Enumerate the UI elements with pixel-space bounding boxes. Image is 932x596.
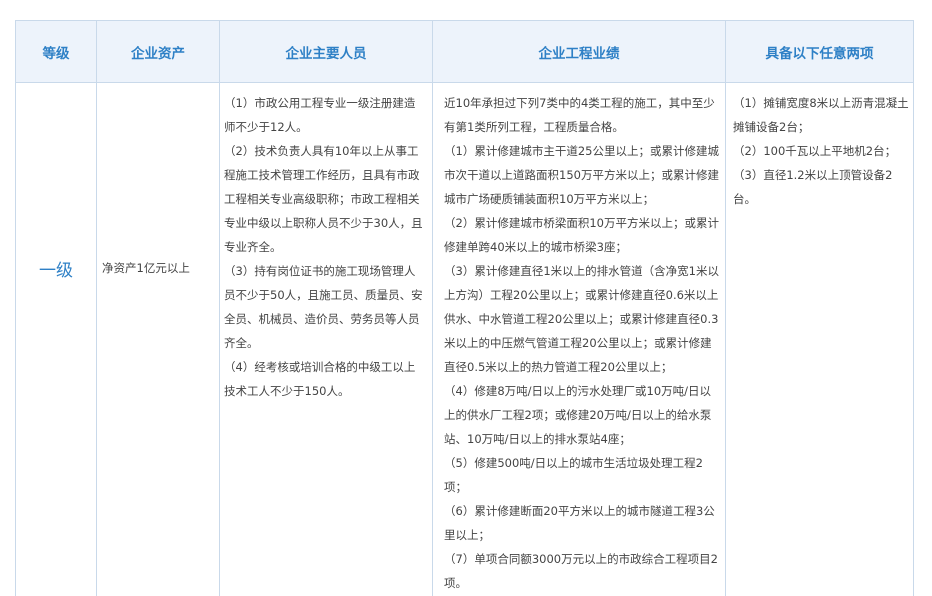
personnel-item: （2）技术负责人具有10年以上从事工程施工技术管理工作经历，且具有市政工程相关专… [224,144,423,254]
column-divider [432,21,433,596]
table-header-row: 等级 企业资产 企业主要人员 企业工程业绩 具备以下任意两项 [16,21,913,83]
header-personnel: 企业主要人员 [285,45,367,62]
qualification-table: 等级 企业资产 企业主要人员 企业工程业绩 具备以下任意两项 一级 净资产1亿元… [15,20,914,596]
header-level: 等级 [42,45,70,62]
performance-item: （7）单项合同额3000万元以上的市政综合工程项目2项。 [444,552,718,590]
performance-item: （4）修建8万吨/日以上的污水处理厂或10万吨/日以上的供水厂工程2项；或修建2… [444,384,712,446]
equipment-item: （3）直径1.2米以上顶管设备2台。 [733,168,893,206]
performance-item: 近10年承担过下列7类中的4类工程的施工，其中至少有第1类所列工程，工程质量合格… [444,96,715,134]
performance-item: （2）累计修建城市桥梁面积10万平方米以上；或累计修建单跨40米以上的城市桥梁3… [444,216,719,254]
performance-item: （1）累计修建城市主干道25公里以上；或累计修建城市次干道以上道路面积150万平… [444,144,719,206]
column-divider [725,21,726,596]
equipment-cell: （1）摊铺宽度8米以上沥青混凝土摊铺设备2台； （2）100千瓦以上平地机2台；… [733,83,911,211]
personnel-item: （4）经考核或培训合格的中级工以上技术工人不少于150人。 [224,360,416,398]
equipment-item: （2）100千瓦以上平地机2台； [733,144,897,158]
personnel-cell: （1）市政公用工程专业一级注册建造师不少于12人。 （2）技术负责人具有10年以… [224,83,424,403]
header-assets: 企业资产 [131,45,185,62]
personnel-item: （3）持有岗位证书的施工现场管理人员不少于50人，且施工员、质量员、安全员、机械… [224,264,423,350]
header-performance: 企业工程业绩 [538,45,620,62]
performance-item: （5）修建500吨/日以上的城市生活垃圾处理工程2项； [444,456,703,494]
personnel-item: （1）市政公用工程专业一级注册建造师不少于12人。 [224,96,416,134]
performance-item: （3）累计修建直径1米以上的排水管道（含净宽1米以上方沟）工程20公里以上；或累… [444,264,719,374]
assets-cell: 净资产1亿元以上 [102,261,190,275]
performance-cell: 近10年承担过下列7类中的4类工程的施工，其中至少有第1类所列工程，工程质量合格… [444,83,722,595]
column-divider [96,21,97,596]
level-cell: 一级 [39,260,73,281]
performance-item: （6）累计修建断面20平方米以上的城市隧道工程3公里以上； [444,504,715,542]
equipment-item: （1）摊铺宽度8米以上沥青混凝土摊铺设备2台； [733,96,909,134]
header-equipment: 具备以下任意两项 [765,45,874,62]
